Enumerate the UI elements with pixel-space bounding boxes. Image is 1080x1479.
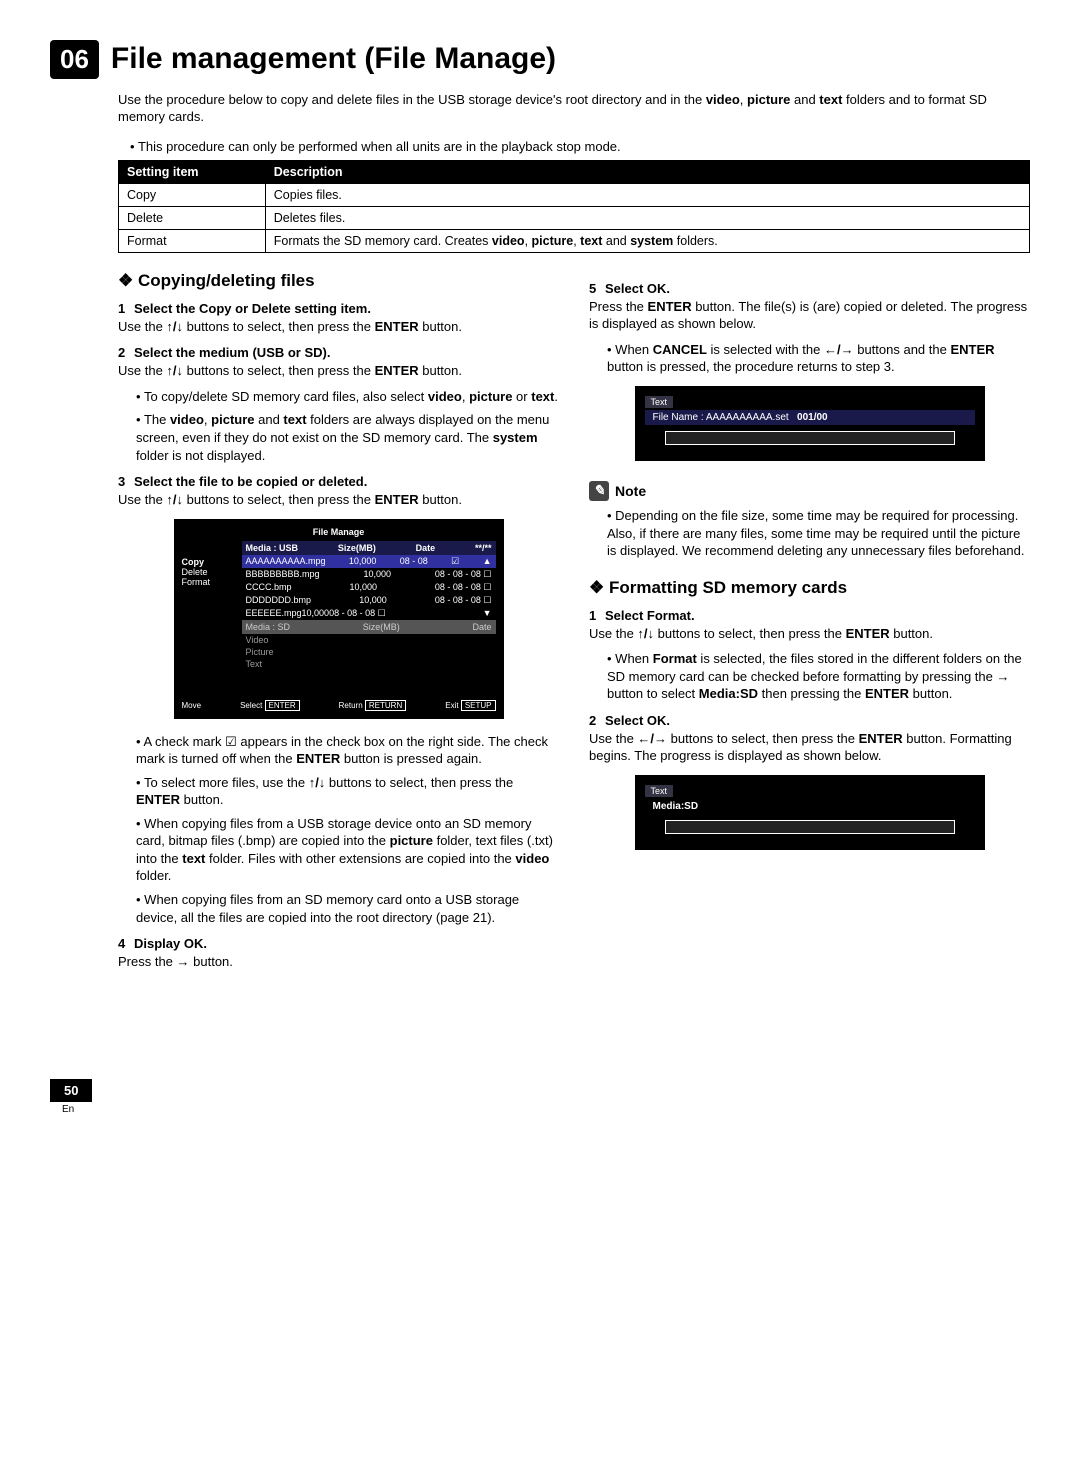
left-right-arrows-icon: ←/→ xyxy=(824,342,854,357)
up-down-arrows-icon: ↑/↓ xyxy=(166,363,183,378)
step-3-bullet-3: When copying files from a USB storage de… xyxy=(136,815,559,885)
ui-size-header: Size(MB) xyxy=(338,543,376,553)
chapter-title: File management (File Manage) xyxy=(111,42,556,76)
step-3-bullet-4: When copying files from an SD memory car… xyxy=(136,891,559,926)
ui-setup-button: SETUP xyxy=(461,700,496,711)
table-row: CopyCopies files. xyxy=(119,183,1030,206)
ui-menu-copy: Copy xyxy=(182,557,242,567)
up-down-arrows-icon: ↑/↓ xyxy=(166,319,183,334)
step-5-title: 5Select OK. xyxy=(589,281,1030,296)
step-2-title: 2Select the medium (USB or SD). xyxy=(118,345,559,360)
fmt-step-2-body: Use the ←/→ buttons to select, then pres… xyxy=(589,730,1030,765)
step-2-bullet-2: The video, picture and text folders are … xyxy=(136,411,559,464)
ui-media-usb: Media : USB xyxy=(246,543,299,553)
ui-file-row: EEEEEE.mpg10,00008 - 08 - 08 ☐▼ xyxy=(242,607,496,620)
ui-file-row: CCCC.bmp10,00008 - 08 - 08 ☐ xyxy=(242,581,496,594)
ui-page-indicator: **/** xyxy=(475,543,492,553)
step-3-body: Use the ↑/↓ buttons to select, then pres… xyxy=(118,491,559,509)
right-column: 5Select OK. Press the ENTER button. The … xyxy=(589,271,1030,979)
ui-file-row: DDDDDDD.bmp10,00008 - 08 - 08 ☐ xyxy=(242,594,496,607)
checkbox-checked-icon: ☑ xyxy=(451,556,459,567)
note-bullet: Depending on the file size, some time ma… xyxy=(607,507,1030,560)
progress-filename: File Name : AAAAAAAAAA.set xyxy=(653,412,789,423)
step-3-title: 3Select the file to be copied or deleted… xyxy=(118,474,559,489)
progress-label: Text xyxy=(645,396,674,408)
page-number: 50 xyxy=(50,1079,92,1102)
file-manage-ui: File Manage Media : USB Size(MB) Date **… xyxy=(174,519,504,719)
progress-bar xyxy=(665,431,955,445)
progress-counter: 001/00 xyxy=(797,412,828,423)
step-5-body: Press the ENTER button. The file(s) is (… xyxy=(589,298,1030,333)
section-copying-deleting: Copying/deleting files xyxy=(118,271,559,291)
ui-file-row: AAAAAAAAAA.mpg10,00008 - 08☑▲ xyxy=(242,555,496,568)
progress-label: Text xyxy=(645,785,674,797)
note-heading: ✎ Note xyxy=(589,481,1030,501)
ui-footer-move: Move xyxy=(182,701,202,710)
left-right-arrows-icon: ←/→ xyxy=(637,731,667,746)
ui-menu-delete: Delete xyxy=(182,567,242,577)
fmt-step-1-title: 1Select Format. xyxy=(589,608,1030,623)
up-down-arrows-icon: ↑/↓ xyxy=(166,492,183,507)
table-header-desc: Description xyxy=(265,160,1029,183)
up-down-arrows-icon: ↑/↓ xyxy=(637,626,654,641)
chapter-number-badge: 06 xyxy=(50,40,99,79)
step-1-body: Use the ↑/↓ buttons to select, then pres… xyxy=(118,318,559,336)
up-down-arrows-icon: ↑/↓ xyxy=(309,775,326,790)
settings-table: Setting item Description CopyCopies file… xyxy=(118,160,1030,253)
triangle-up-icon: ▲ xyxy=(483,556,492,566)
ui-menu-format: Format xyxy=(182,577,242,587)
step-3-bullet-1: A check mark ☑ appears in the check box … xyxy=(136,733,559,768)
progress-dialog-copy: Text File Name : AAAAAAAAAA.set 001/00 xyxy=(635,386,985,461)
intro-bullet: This procedure can only be performed whe… xyxy=(130,139,1030,154)
ui-enter-button: ENTER xyxy=(265,700,300,711)
fmt-step-2-title: 2Select OK. xyxy=(589,713,1030,728)
ui-date-header: Date xyxy=(416,543,436,553)
progress-media: Media:SD xyxy=(645,799,975,814)
ui-folder-video: Video xyxy=(242,634,496,646)
right-arrow-icon: → xyxy=(996,669,1009,684)
table-header-item: Setting item xyxy=(119,160,266,183)
right-arrow-icon: → xyxy=(177,954,190,969)
fmt-step-1-bullet: When Format is selected, the files store… xyxy=(607,650,1030,703)
step-4-body: Press the → button. xyxy=(118,953,559,971)
progress-bar xyxy=(665,820,955,834)
step-5-bullet-1: When CANCEL is selected with the ←/→ but… xyxy=(607,341,1030,376)
note-icon: ✎ xyxy=(589,481,609,501)
ui-folder-picture: Picture xyxy=(242,646,496,658)
step-2-bullet-1: To copy/delete SD memory card files, als… xyxy=(136,388,559,406)
ui-media-sd: Media : SD xyxy=(246,622,291,632)
chapter-header: 06 File management (File Manage) xyxy=(50,40,1030,79)
intro-paragraph: Use the procedure below to copy and dele… xyxy=(118,92,1030,126)
ui-return-button: RETURN xyxy=(365,700,406,711)
triangle-down-icon: ▼ xyxy=(483,608,492,618)
table-row: Format Formats the SD memory card. Creat… xyxy=(119,229,1030,252)
step-3-bullet-2: To select more files, use the ↑/↓ button… xyxy=(136,774,559,809)
step-1-title: 1Select the Copy or Delete setting item. xyxy=(118,301,559,316)
ui-title: File Manage xyxy=(182,527,496,537)
ui-folder-text: Text xyxy=(242,658,496,670)
step-2-body: Use the ↑/↓ buttons to select, then pres… xyxy=(118,362,559,380)
table-row: DeleteDeletes files. xyxy=(119,206,1030,229)
progress-dialog-format: Text Media:SD xyxy=(635,775,985,850)
step-4-title: 4Display OK. xyxy=(118,936,559,951)
ui-file-row: BBBBBBBBB.mpg10,00008 - 08 - 08 ☐ xyxy=(242,568,496,581)
page-language: En xyxy=(62,1104,1030,1115)
section-formatting: Formatting SD memory cards xyxy=(589,578,1030,598)
left-column: Copying/deleting files 1Select the Copy … xyxy=(118,271,559,979)
fmt-step-1-body: Use the ↑/↓ buttons to select, then pres… xyxy=(589,625,1030,643)
